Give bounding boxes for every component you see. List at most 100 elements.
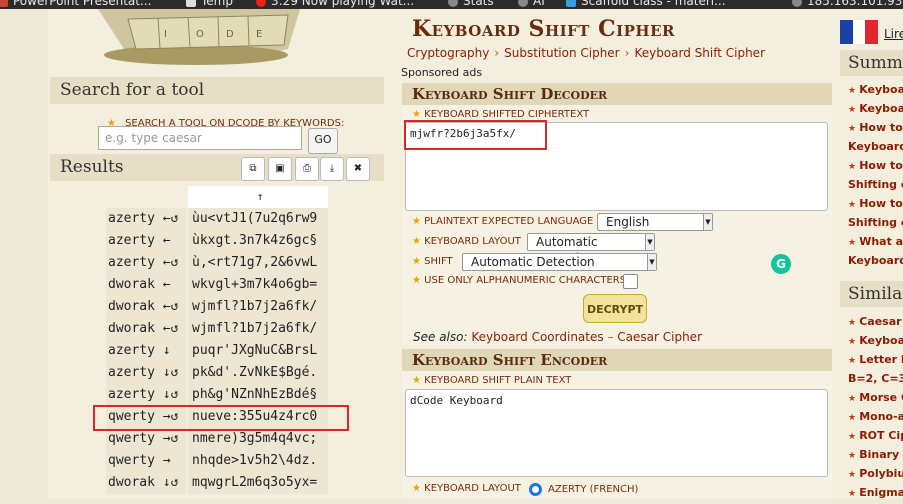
save-icon[interactable]: ▣ — [268, 157, 292, 181]
copy-icon[interactable]: ⧉ — [241, 157, 265, 181]
chevron-down-icon: ▼ — [703, 214, 712, 230]
breadcrumb-link[interactable]: Substitution Cipher — [504, 46, 620, 60]
cryptex-image: IODE — [98, 9, 300, 65]
star-icon: ★ — [848, 337, 860, 347]
similar-link[interactable]: ★ Caesar — [848, 312, 903, 333]
similar-link[interactable]: ★ Keyboard — [848, 331, 903, 352]
star-icon: ★ — [412, 483, 421, 494]
print-icon[interactable]: ⎙ — [295, 157, 319, 181]
browser-tab[interactable]: 3:29 Now playing Wat... — [256, 0, 414, 8]
similar-link[interactable]: ★ Morse C — [848, 388, 903, 409]
browser-tab[interactable]: Temp — [186, 0, 233, 8]
summary-link[interactable]: ★ What are — [848, 232, 903, 253]
globe-icon — [792, 0, 802, 7]
link-text: ROT Cip — [859, 429, 903, 442]
caesar-cipher-link[interactable]: Caesar Cipher — [617, 330, 702, 344]
summary-link[interactable]: Shifting cip — [848, 175, 903, 196]
azerty-radio[interactable] — [529, 483, 542, 496]
shift-label-text: Shift — [424, 256, 453, 267]
result-text-cell[interactable]: nmere)3g5m4q4vc; — [188, 428, 328, 450]
link-text: Keyboard — [848, 140, 903, 153]
similar-link[interactable]: ★ Enigma — [848, 483, 903, 504]
browser-tab[interactable]: PowerPoint Presentat... — [0, 0, 151, 8]
link-text: Keyboard — [859, 102, 903, 115]
layout-cell: dworak ←↺ — [106, 296, 186, 318]
browser-tab[interactable]: AI — [518, 0, 545, 8]
browser-tab[interactable]: Scaffold class - materi... — [566, 0, 726, 8]
similar-link[interactable]: ★ Polybiu — [848, 464, 903, 485]
star-icon: ★ — [848, 432, 860, 442]
summary-link[interactable]: ★ Keyboard — [848, 99, 903, 120]
go-button[interactable]: GO — [308, 128, 338, 154]
language-link[interactable]: Lire — [884, 27, 903, 41]
result-text-cell[interactable]: puqr'JXgNuC&BrsL — [188, 340, 328, 362]
keyboard-layout-select[interactable]: Automatic Detection▼ — [527, 233, 655, 265]
result-text-cell[interactable]: ùkxgt.3n7k4z6gc§ — [188, 230, 328, 252]
table-row: azerty ←↺ ù,<rt71g7,2&6vwL — [106, 252, 328, 274]
highlight-box — [404, 120, 547, 150]
similar-link[interactable]: ★ Binary C — [848, 445, 903, 466]
summary-link[interactable]: Keyboard — [848, 251, 903, 272]
see-also-separator: – — [607, 330, 614, 344]
result-text-cell[interactable]: ùu<vtJ1(7u2q6rw9 — [188, 208, 328, 230]
link-text: Shifting cip — [848, 216, 903, 229]
similar-link[interactable]: B=2, C=3 — [848, 369, 903, 390]
language-label: ★ Plaintext expected language — [412, 216, 593, 227]
shift-select[interactable]: Automatic Detection ▼ — [462, 253, 657, 271]
shift-label: ★ Shift — [412, 256, 453, 267]
summary-link[interactable]: ★ How to — [848, 118, 903, 139]
language-select[interactable]: English ▼ — [597, 213, 713, 231]
result-text-cell[interactable]: wjmfl?1b7j2a6fk/ — [188, 318, 328, 340]
tab-label: 3:29 Now playing Wat... — [271, 0, 415, 8]
close-icon[interactable]: ✖ — [346, 157, 370, 181]
browser-tab[interactable]: 185.163.101.93 -) — [792, 0, 903, 8]
alphanumeric-checkbox[interactable] — [623, 274, 638, 289]
search-input[interactable]: e.g. type caesar — [98, 126, 302, 150]
similar-link[interactable]: ★ Letter N — [848, 350, 903, 371]
star-icon: ★ — [412, 275, 421, 286]
result-text-cell[interactable]: nhqde>1v5h2\4dz. — [188, 450, 328, 472]
sort-arrow-icon[interactable]: ↑ — [188, 186, 328, 208]
result-text-cell[interactable]: pk&d'.ZvNkE$Bgé. — [188, 362, 328, 384]
tab-label: AI — [533, 0, 545, 8]
summary-link[interactable]: ★ How to — [848, 194, 903, 215]
similar-link[interactable]: ★ ROT Cip — [848, 426, 903, 447]
tab-label: 185.163.101.93 -) — [807, 0, 903, 8]
link-text: How to — [859, 121, 903, 134]
search-tool-heading: Search for a tool — [50, 77, 388, 104]
layout-cell: qwerty → — [106, 450, 186, 472]
download-icon[interactable]: ⤓ — [320, 157, 344, 181]
result-text-cell[interactable]: wjmfl?1b7j2a6fk/ — [188, 296, 328, 318]
result-text-cell[interactable]: mqwgrL2m6q3o5yx= — [188, 472, 328, 494]
similar-link[interactable]: ★ Mono-al — [848, 407, 903, 428]
summary-link[interactable]: ★ How to — [848, 156, 903, 177]
summary-link[interactable]: Shifting cip — [848, 213, 903, 234]
grammarly-icon[interactable]: G — [771, 254, 791, 274]
star-icon: ★ — [848, 451, 860, 461]
link-text: Binary C — [859, 448, 903, 461]
result-text-cell[interactable]: wkvgl+3m7k4o6gb= — [188, 274, 328, 296]
star-icon: ★ — [848, 394, 860, 404]
result-text-cell[interactable]: ph&g'NZnNhEzBdé§ — [188, 384, 328, 406]
result-text-cell[interactable]: ù,<rt71g7,2&6vwL — [188, 252, 328, 274]
azerty-label: AZERTY (French) — [548, 484, 639, 495]
browser-tab[interactable]: Stats — [448, 0, 494, 8]
breadcrumb-link[interactable]: Cryptography — [407, 46, 489, 60]
plaintext-textarea[interactable]: dCode Keyboard — [405, 389, 828, 477]
results-table: ↑ azerty ←↺ ùu<vtJ1(7u2q6rw9 azerty ← ùkxgt… — [106, 186, 328, 494]
plaintext-label-text: Keyboard shift plain text — [424, 375, 572, 386]
svg-text:D: D — [226, 29, 234, 40]
layout-cell: qwerty →↺ — [106, 428, 186, 450]
breadcrumb-link[interactable]: Keyboard Shift Cipher — [634, 46, 765, 60]
svg-text:O: O — [196, 29, 204, 40]
layout-cell: azerty ← — [106, 230, 186, 252]
summary-link[interactable]: ★ Keyboard — [848, 80, 903, 101]
french-flag-icon[interactable] — [840, 20, 878, 44]
keyboard-coordinates-link[interactable]: Keyboard Coordinates — [471, 330, 603, 344]
summary-link[interactable]: Keyboard — [848, 137, 903, 158]
keyboard-layout-label: ★ Keyboard layout — [412, 236, 521, 247]
table-row: azerty ← ùkxgt.3n7k4z6gc§ — [106, 230, 328, 252]
summary-heading: Summary — [840, 50, 903, 76]
breadcrumb: Cryptography › Substitution Cipher › Keyboar… — [407, 46, 766, 60]
decrypt-button[interactable]: DECRYPT — [583, 294, 647, 323]
